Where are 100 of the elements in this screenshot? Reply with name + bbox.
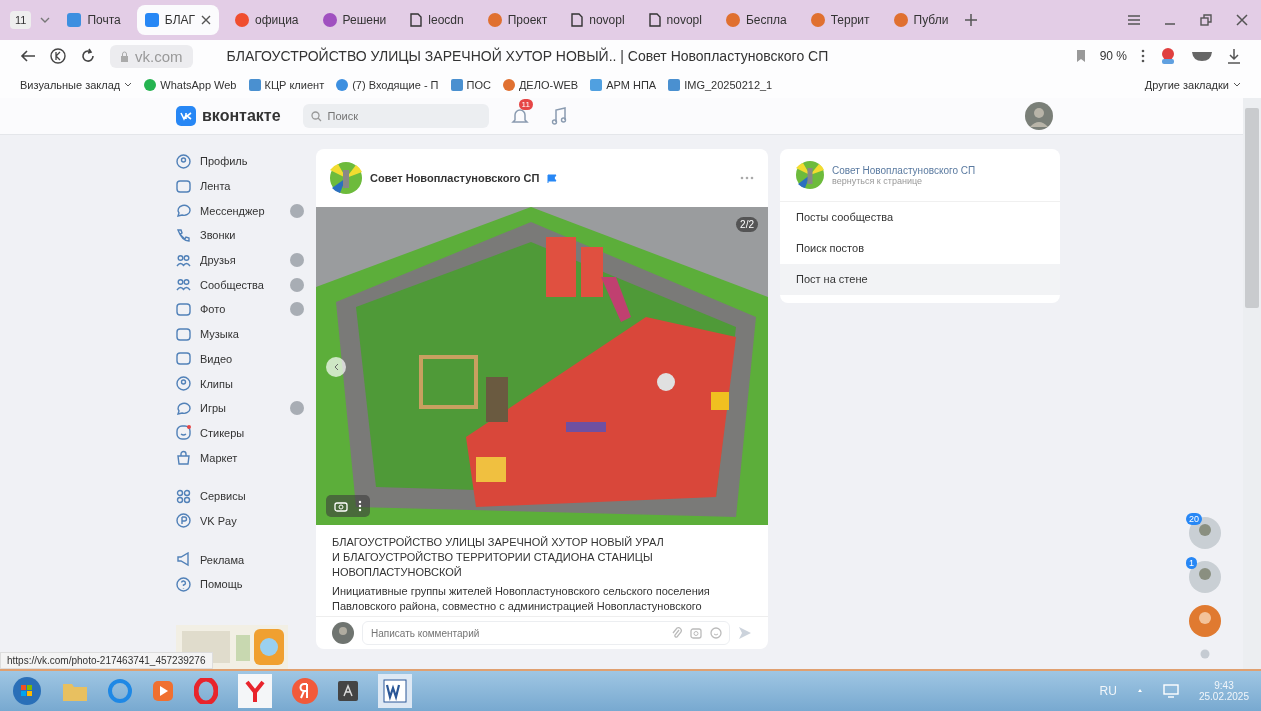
- menu-item[interactable]: Посты сообщества: [780, 202, 1060, 233]
- bookmark-item[interactable]: Визуальные заклад: [20, 79, 133, 91]
- start-button[interactable]: [12, 676, 42, 706]
- scrollbar[interactable]: [1243, 98, 1261, 669]
- more-icon[interactable]: [358, 500, 362, 512]
- menu-item[interactable]: Реклама: [176, 547, 304, 572]
- browser-tab[interactable]: Террит: [802, 5, 878, 35]
- avatar[interactable]: [1025, 102, 1053, 130]
- unread-count: 1: [1186, 557, 1197, 569]
- bookmark-icon[interactable]: [1075, 49, 1086, 63]
- media-player-icon[interactable]: [152, 680, 174, 702]
- menu-item[interactable]: VK Pay: [176, 508, 304, 534]
- extension-icon[interactable]: [1159, 47, 1177, 65]
- browser-tab[interactable]: Решени: [314, 5, 395, 35]
- browser-tab[interactable]: официа: [227, 5, 307, 35]
- paperclip-icon[interactable]: [672, 627, 682, 639]
- browser-tab[interactable]: Беспла: [717, 5, 795, 35]
- menu-item[interactable]: Маркет: [176, 445, 304, 470]
- menu-item[interactable]: Стикеры: [176, 420, 304, 446]
- word-icon[interactable]: [378, 674, 412, 708]
- browser-tab[interactable]: Публи: [885, 5, 957, 35]
- camera-icon[interactable]: [334, 500, 348, 512]
- square-icon: [176, 301, 191, 317]
- other-bookmarks[interactable]: Другие закладки: [1144, 79, 1241, 91]
- app-icon[interactable]: [338, 681, 358, 701]
- chevron-left-icon: [333, 363, 339, 371]
- browser-icon[interactable]: [108, 679, 132, 703]
- bell-icon[interactable]: [510, 107, 529, 125]
- menu-icon[interactable]: [1127, 14, 1141, 26]
- square-icon: [176, 326, 191, 342]
- chat-avatar[interactable]: [1189, 517, 1221, 549]
- network-icon[interactable]: [1162, 684, 1179, 698]
- unread-count: 20: [1186, 513, 1202, 525]
- comment-field[interactable]: Написать комментарий: [362, 621, 730, 645]
- zoom-level[interactable]: 90 %: [1099, 49, 1127, 63]
- music-note-icon[interactable]: [550, 107, 567, 125]
- bookmark-item[interactable]: IMG_20250212_1: [668, 79, 773, 91]
- browser-logo-icon[interactable]: [50, 48, 66, 64]
- logo-icon: [176, 106, 196, 126]
- status-url: https://vk.com/photo-217463741_457239276: [0, 652, 213, 669]
- smiley-icon[interactable]: [710, 627, 722, 639]
- site-icon: [810, 13, 825, 27]
- menu-item[interactable]: Поиск постов: [780, 233, 1060, 264]
- bookmark-item[interactable]: АРМ НПА: [590, 79, 657, 91]
- back-arrow-icon[interactable]: [20, 49, 36, 63]
- browser-tab[interactable]: Почта: [59, 5, 129, 35]
- author-name[interactable]: Совет Новопластуновского СП: [370, 172, 540, 184]
- yandex-browser-icon[interactable]: [238, 674, 272, 708]
- reload-icon[interactable]: [80, 48, 96, 64]
- site-icon: [144, 79, 157, 91]
- menu-item[interactable]: Игры: [176, 395, 304, 421]
- community-name[interactable]: Совет Новопластуновского СП: [832, 164, 976, 176]
- bookmark-item[interactable]: КЦР клиент: [248, 79, 325, 91]
- browser-tab[interactable]: leocdn: [402, 5, 472, 35]
- menu-item[interactable]: Видео: [176, 346, 304, 372]
- close-icon[interactable]: [201, 15, 211, 25]
- more-icon[interactable]: [1141, 49, 1145, 63]
- close-icon[interactable]: [1235, 14, 1249, 26]
- menu-item[interactable]: Мессенджер: [176, 198, 304, 224]
- bookmark-item[interactable]: WhatsApp Web: [144, 79, 237, 91]
- coin-icon: [176, 513, 191, 529]
- restore-icon[interactable]: [1199, 14, 1213, 26]
- bookmark-item[interactable]: ДЕЛО-WEB: [502, 79, 579, 91]
- menu-item[interactable]: Профиль: [176, 149, 304, 174]
- site-logo[interactable]: вконтакте: [176, 106, 281, 126]
- community-avatar[interactable]: [796, 161, 824, 189]
- menu-item[interactable]: Пост на стене: [780, 264, 1060, 295]
- menu-item[interactable]: Клипы: [176, 371, 304, 396]
- tray-arrow-icon[interactable]: [1136, 688, 1143, 694]
- chat-avatar[interactable]: [1189, 605, 1221, 637]
- site-icon: [248, 79, 261, 91]
- people-icon: [176, 277, 191, 293]
- plus-icon[interactable]: [964, 13, 979, 27]
- browser-tab[interactable]: БЛАГ: [136, 5, 219, 35]
- bookmark-item[interactable]: ПОС: [450, 79, 491, 91]
- tab-counter[interactable]: 11: [10, 11, 32, 29]
- menu-item[interactable]: Музыка: [176, 321, 304, 347]
- community-avatar[interactable]: [330, 162, 362, 194]
- menu-item[interactable]: Фото: [176, 297, 304, 322]
- menu-item[interactable]: Помощь: [176, 572, 304, 597]
- flag-icon: [547, 173, 558, 183]
- person-icon: [176, 153, 191, 169]
- yandex-icon[interactable]: [292, 678, 318, 704]
- menu-item[interactable]: Лента: [176, 173, 304, 199]
- browser-tab[interactable]: novopl: [563, 5, 633, 35]
- menu-item[interactable]: Звонки: [176, 223, 304, 248]
- menu-item[interactable]: Сообщества: [176, 272, 304, 298]
- extension-icon[interactable]: [1191, 50, 1213, 62]
- search-field[interactable]: Поиск: [302, 104, 489, 128]
- phone-icon: [176, 227, 191, 243]
- opera-icon[interactable]: [194, 678, 218, 704]
- menu-item[interactable]: Сервисы: [176, 483, 304, 509]
- menu-item[interactable]: Друзья: [176, 247, 304, 273]
- site-icon: [502, 79, 515, 91]
- bookmark-item[interactable]: (7) Входящие - П: [336, 79, 439, 91]
- download-icon[interactable]: [1227, 48, 1241, 64]
- site-icon: [487, 13, 502, 27]
- browser-tab[interactable]: Проект: [479, 5, 556, 35]
- chat-avatar[interactable]: [1189, 561, 1221, 593]
- browser-tab[interactable]: novopl: [640, 5, 710, 35]
